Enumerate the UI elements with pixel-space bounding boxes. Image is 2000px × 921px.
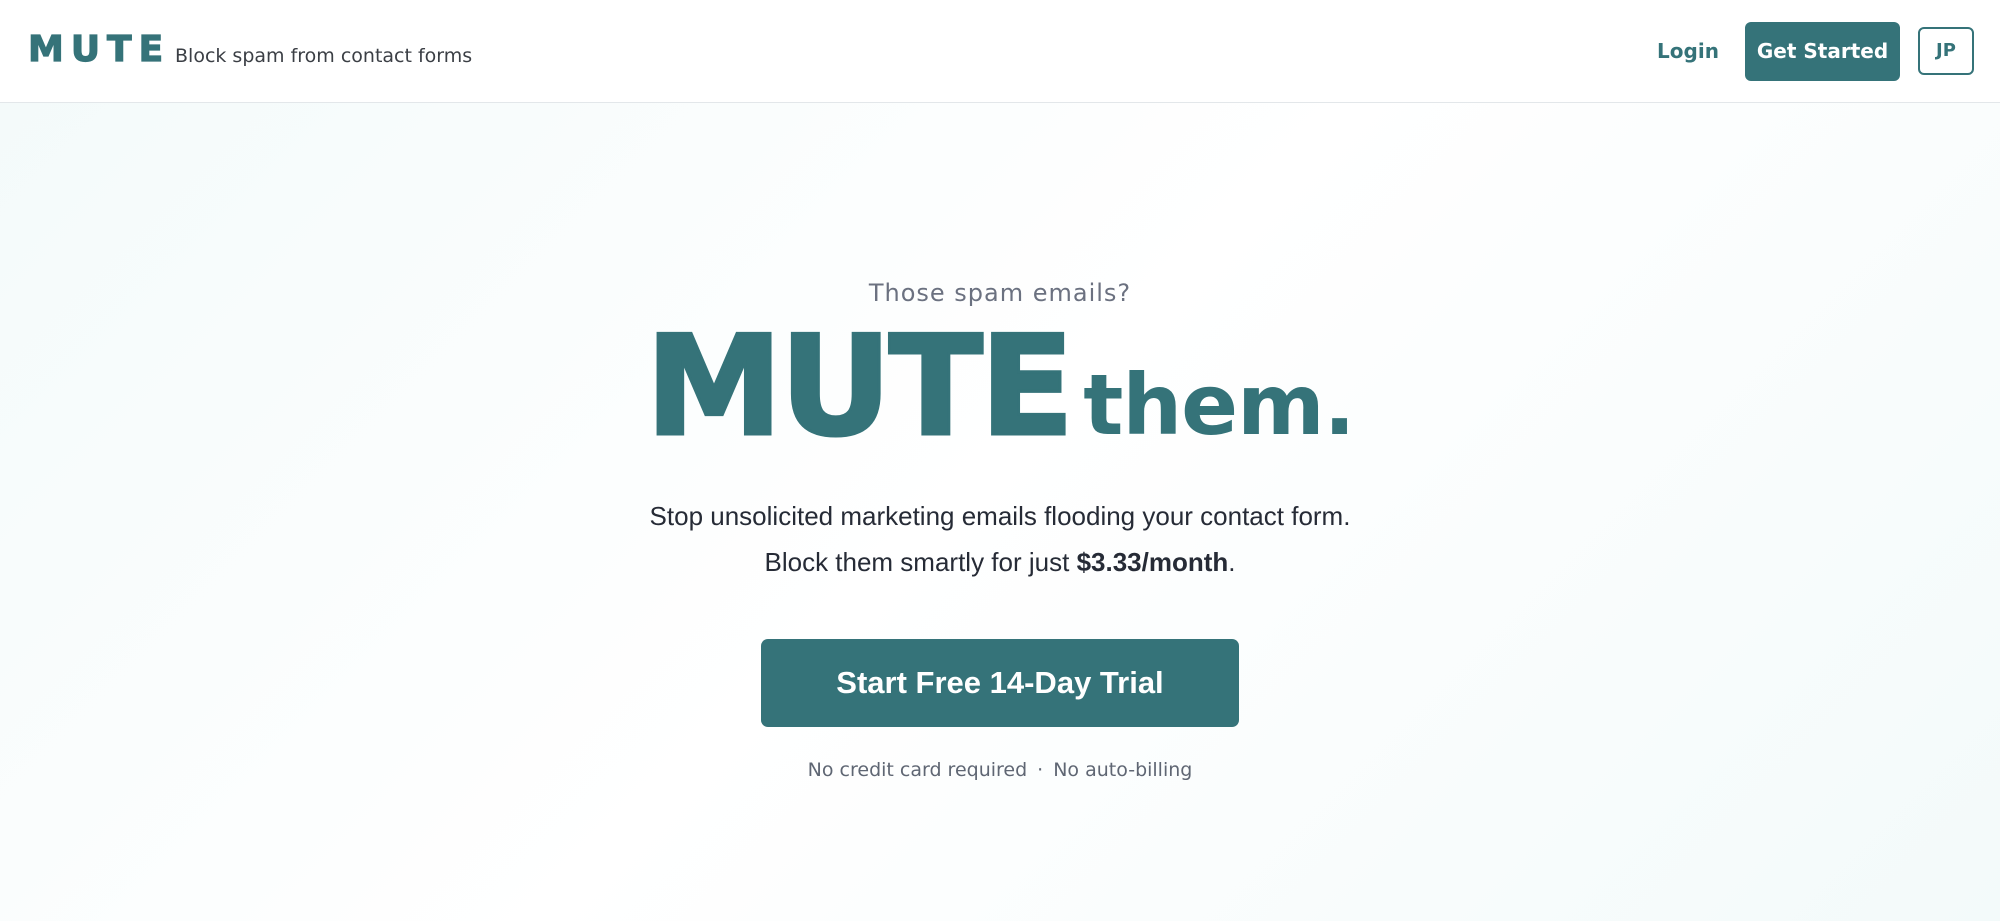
start-trial-button[interactable]: Start Free 14-Day Trial bbox=[761, 639, 1239, 727]
hero-title: MUTE them. bbox=[0, 316, 2000, 457]
hero-eyebrow: Those spam emails? bbox=[868, 279, 1132, 307]
hero-description-line-2: Block them smartly for just $3.33/month. bbox=[0, 546, 2000, 578]
fine-print-separator: · bbox=[1037, 759, 1044, 781]
user-avatar-button[interactable]: JP bbox=[1918, 27, 1974, 75]
fine-print-no-auto-billing: No auto-billing bbox=[1053, 759, 1193, 781]
price-prefix: Block them smartly for just bbox=[764, 547, 1077, 577]
hero-title-them: them. bbox=[1083, 356, 1355, 454]
hero-title-mute: MUTE bbox=[644, 306, 1076, 467]
top-nav-bar: MUTE Block spam from contact forms Login… bbox=[0, 0, 2000, 103]
get-started-button[interactable]: Get Started bbox=[1745, 22, 1900, 81]
brand-logo[interactable]: MUTE bbox=[27, 29, 170, 70]
price-highlight: $3.33/month bbox=[1076, 547, 1229, 577]
hero-description-line-1: Stop unsolicited marketing emails floodi… bbox=[649, 501, 1351, 531]
brand-tagline: Block spam from contact forms bbox=[175, 45, 473, 67]
fine-print-no-credit-card: No credit card required bbox=[807, 759, 1028, 781]
login-link[interactable]: Login bbox=[1640, 38, 1736, 64]
fine-print: No credit card required · No auto-billing bbox=[0, 758, 2000, 782]
price-suffix: . bbox=[1228, 547, 1236, 577]
